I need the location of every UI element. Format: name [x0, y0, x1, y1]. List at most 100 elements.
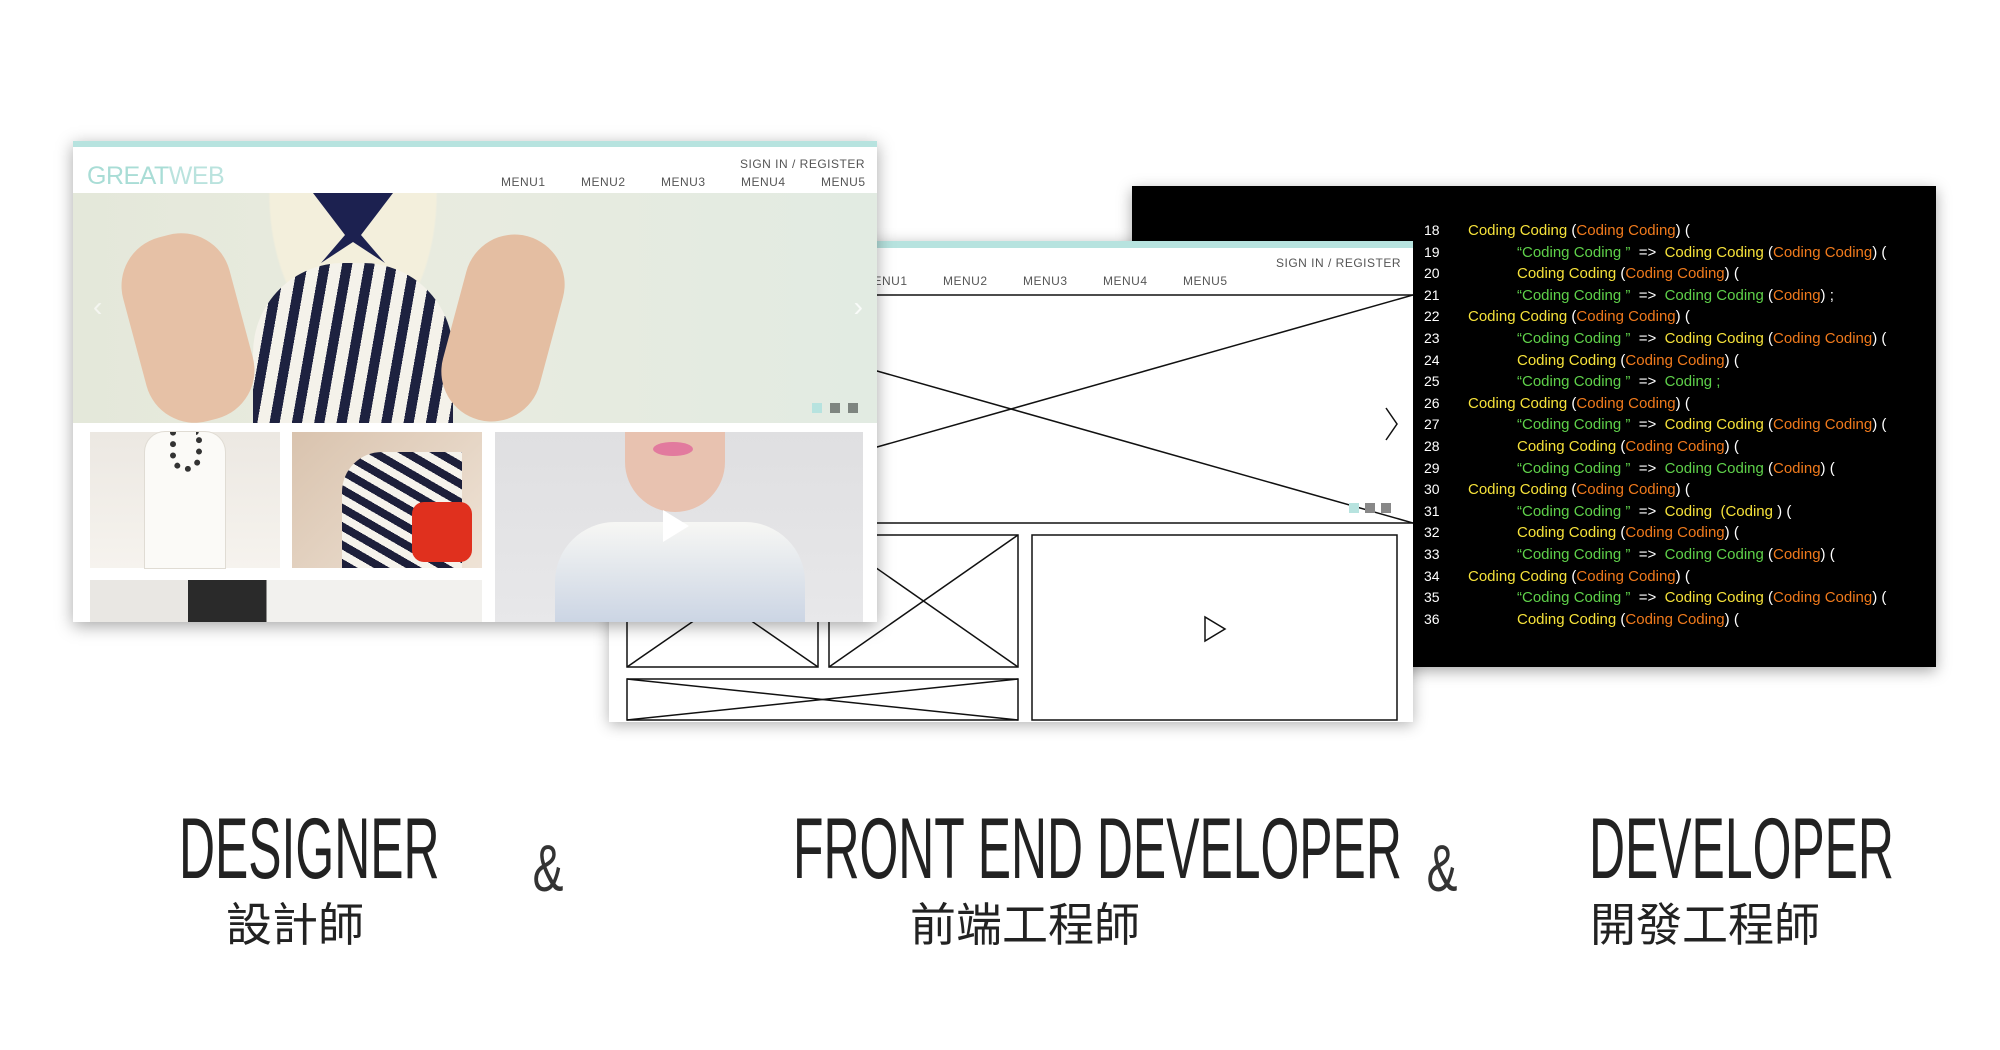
code-token: ) ( [1872, 416, 1887, 434]
design-mockup: GREATWEB SIGN IN / REGISTER MENU1 MENU2 … [73, 141, 877, 622]
slider-dot[interactable] [830, 403, 840, 413]
thumbnail-laptop[interactable] [90, 580, 482, 622]
role-title: DESIGNER [179, 801, 440, 897]
code-token: ) ; [1820, 286, 1834, 304]
code-token: Coding (Coding [1664, 502, 1778, 520]
code-token: Coding [1773, 286, 1821, 304]
code-token: Coding Coding [1625, 610, 1725, 628]
code-text: “Coding Coding ” => Coding Coding (Codin… [1517, 460, 1835, 477]
role-chinese: 前端工程師 [910, 899, 1140, 951]
code-text: Coding Coding (Coding Coding) ( [1468, 222, 1690, 239]
code-token: Coding Coding [1664, 286, 1768, 304]
code-token: ) ( [1777, 502, 1792, 520]
line-number: 27 [1424, 416, 1440, 433]
code-token: Coding Coding [1773, 416, 1873, 434]
code-token: “Coding Coding ” [1517, 330, 1635, 347]
code-text: “Coding Coding ” => Coding Coding (Codin… [1517, 330, 1886, 347]
code-token: ) ( [1820, 546, 1835, 563]
line-number: 22 [1424, 308, 1440, 325]
code-token: Coding Coding [1625, 351, 1725, 369]
code-token: Coding Coding [1576, 567, 1676, 585]
role-title: FRONT END DEVELOPER [793, 801, 1402, 897]
code-token: Coding Coding [1576, 222, 1676, 239]
code-token: “Coding Coding ” [1517, 589, 1635, 607]
line-number: 26 [1424, 394, 1440, 411]
slider-dot [1365, 503, 1375, 513]
code-token: Coding [1773, 546, 1821, 563]
line-number: 29 [1424, 459, 1440, 476]
role-chinese: 開發工程師 [1590, 899, 1820, 951]
role-front-end-developer: FRONT END DEVELOPER 前端工程師 [625, 806, 1425, 948]
greatweb-logo: GREATWEB [87, 162, 225, 190]
line-number: 23 [1424, 330, 1440, 346]
code-token: “Coding Coding ” [1517, 286, 1635, 304]
code-token: Coding Coding [1664, 243, 1768, 261]
line-number: 34 [1424, 567, 1440, 584]
code-token: ) ( [1724, 351, 1739, 369]
play-icon[interactable] [663, 510, 689, 542]
slider-dot[interactable] [848, 403, 858, 413]
code-text: “Coding Coding ” => Coding Coding (Codin… [1517, 546, 1835, 563]
code-token: “Coding Coding ” [1517, 459, 1635, 477]
code-token: “Coding Coding ” [1517, 243, 1635, 261]
code-text: “Coding Coding ” => Coding Coding (Codin… [1517, 244, 1886, 261]
code-token: => [1634, 373, 1665, 391]
code-token: => [1634, 286, 1665, 304]
code-text: Coding Coding (Coding Coding) ( [1468, 568, 1690, 585]
code-token: “Coding Coding ” [1517, 502, 1635, 520]
video-thumbnail[interactable] [495, 432, 863, 622]
code-token: ) ( [1675, 222, 1690, 239]
slider-dot [1349, 503, 1359, 513]
line-number: 19 [1424, 243, 1440, 260]
code-token: => [1634, 330, 1665, 347]
line-number: 18 [1424, 222, 1440, 238]
next-arrow-icon[interactable]: › [854, 291, 863, 323]
code-token: Coding Coding [1468, 308, 1572, 326]
code-token: Coding Coding [1664, 546, 1768, 563]
line-number: 24 [1424, 351, 1440, 368]
code-token: Coding Coding [1664, 330, 1768, 347]
code-token: Coding Coding [1625, 265, 1725, 283]
code-token: => [1634, 589, 1665, 607]
thumbnail-necklace[interactable] [90, 432, 280, 568]
code-token: ) ( [1724, 610, 1739, 628]
role-title: DEVELOPER [1589, 801, 1894, 897]
code-text: Coding Coding (Coding Coding) ( [1517, 352, 1739, 369]
code-token: Coding Coding [1468, 222, 1572, 239]
code-token: ) ( [1675, 481, 1690, 499]
code-token: Coding Coding [1773, 589, 1873, 607]
line-number: 21 [1424, 286, 1440, 303]
thumbnail-striped-dress[interactable] [292, 432, 482, 568]
prev-arrow-icon[interactable]: ‹ [93, 291, 102, 323]
code-token: “Coding Coding ” [1517, 546, 1635, 563]
code-token: Coding Coding [1664, 416, 1768, 434]
code-token: Coding Coding [1517, 438, 1621, 455]
code-token: Coding Coding [1517, 351, 1621, 369]
code-text: “Coding Coding ” => Coding Coding (Codin… [1517, 416, 1886, 433]
code-token: Coding Coding [1468, 481, 1572, 499]
code-text: Coding Coding (Coding Coding) ( [1517, 265, 1739, 282]
sign-in-register-link[interactable]: SIGN IN / REGISTER [740, 157, 865, 171]
slider-dot[interactable] [812, 403, 822, 413]
line-number: 32 [1424, 524, 1440, 541]
code-text: Coding Coding (Coding Coding) ( [1517, 438, 1739, 455]
code-token: Coding Coding [1773, 330, 1873, 347]
nav-menu-1[interactable]: MENU1 [501, 175, 546, 189]
role-designer: DESIGNER 設計師 [95, 806, 495, 948]
code-token: => [1634, 416, 1665, 434]
nav-menu-3[interactable]: MENU3 [661, 175, 706, 189]
code-text: Coding Coding (Coding Coding) ( [1468, 308, 1690, 325]
code-text: Coding Coding (Coding Coding) ( [1517, 524, 1739, 541]
code-text: Coding Coding (Coding Coding) ( [1517, 611, 1739, 628]
code-token: Coding Coding [1664, 589, 1768, 607]
hero-image: ‹ › [73, 193, 877, 434]
line-number: 31 [1424, 502, 1440, 519]
code-token: “Coding Coding ” [1517, 373, 1635, 391]
nav-menu-2[interactable]: MENU2 [581, 175, 626, 189]
code-token: Coding Coding [1576, 394, 1676, 412]
nav-menu-4[interactable]: MENU4 [741, 175, 786, 189]
code-token: ) ( [1820, 459, 1835, 477]
code-token: Coding [1773, 459, 1821, 477]
nav-menu-5[interactable]: MENU5 [821, 175, 866, 189]
code-token: ) ( [1675, 567, 1690, 585]
